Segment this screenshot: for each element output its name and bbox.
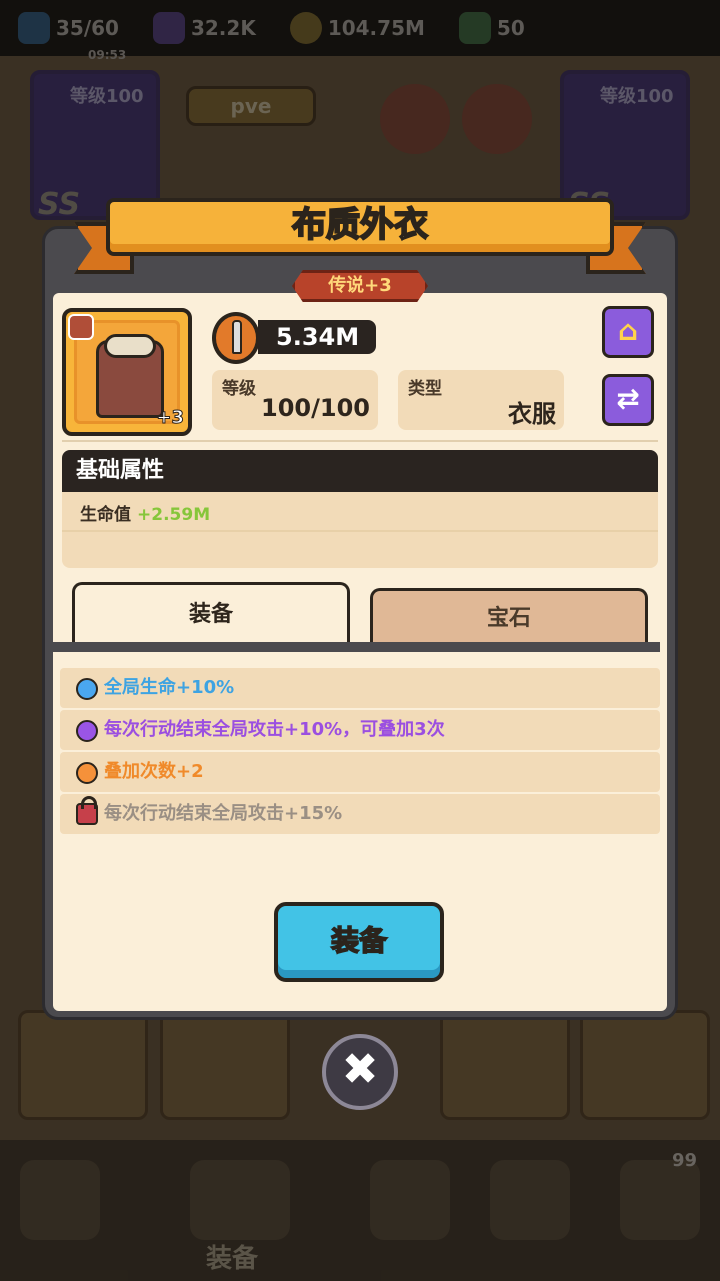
rarity-badge: 传说+3 (292, 270, 428, 302)
close-button[interactable]: ✖ (322, 1034, 398, 1110)
skill-text-3: 叠加次数+2 (104, 761, 204, 782)
type-value: 衣服 (508, 400, 556, 428)
coat-collar (104, 334, 156, 358)
hp-attribute: 生命值 +2.59M (80, 500, 210, 525)
skill-text-1: 全局生命+10% (104, 677, 235, 698)
item-title: 布质外衣 (291, 204, 429, 246)
tab-underline (52, 642, 660, 652)
power-sword-icon (212, 312, 260, 364)
tab-equipment[interactable]: 装备 (72, 582, 350, 642)
skill-row-1: 全局生命+10% (60, 668, 660, 708)
chest-lock-icon: ⌂ (617, 314, 639, 347)
type-label: 类型 (408, 379, 442, 399)
level-stat: 等级 100/100 (212, 370, 378, 430)
skill-row-4-locked: 每次行动结束全局攻击+15% (60, 794, 660, 834)
hp-attribute-value: +2.59M (137, 505, 211, 525)
swap-button[interactable]: ⇄ (602, 374, 654, 426)
sword-blade (232, 320, 242, 354)
clothing-type-icon (68, 314, 94, 340)
item-enhance-level: +3 (156, 407, 185, 429)
unlock-chest-button[interactable]: ⌂ (602, 306, 654, 358)
skill-list: 全局生命+10% 每次行动结束全局攻击+10%，可叠加3次 叠加次数+2 每次行… (60, 668, 660, 836)
skill-row-2: 每次行动结束全局攻击+10%，可叠加3次 (60, 710, 660, 750)
divider (62, 440, 658, 442)
blue-orb-icon (76, 678, 98, 700)
skill-text-4: 每次行动结束全局攻击+15% (104, 803, 343, 824)
item-icon-frame: +3 (62, 308, 192, 436)
power-value: 5.34M (258, 320, 376, 354)
purple-orb-icon (76, 720, 98, 742)
close-icon: ✖ (341, 1044, 379, 1095)
level-label: 等级 (222, 379, 256, 399)
swap-arrows-icon: ⇄ (616, 382, 640, 415)
base-attributes-body: 生命值 +2.59M (62, 492, 658, 568)
skill-row-3: 叠加次数+2 (60, 752, 660, 792)
orange-orb-icon (76, 762, 98, 784)
skill-text-2: 每次行动结束全局攻击+10%，可叠加3次 (104, 719, 445, 740)
lock-icon (76, 796, 98, 825)
equip-button[interactable]: 装备 (274, 902, 444, 982)
level-value: 100/100 (261, 394, 370, 422)
hp-attribute-name: 生命值 (80, 505, 131, 525)
base-attributes-header: 基础属性 (62, 450, 658, 492)
attribute-row-divider (62, 530, 658, 532)
type-stat: 类型 衣服 (398, 370, 564, 430)
tab-gems[interactable]: 宝石 (370, 588, 648, 642)
